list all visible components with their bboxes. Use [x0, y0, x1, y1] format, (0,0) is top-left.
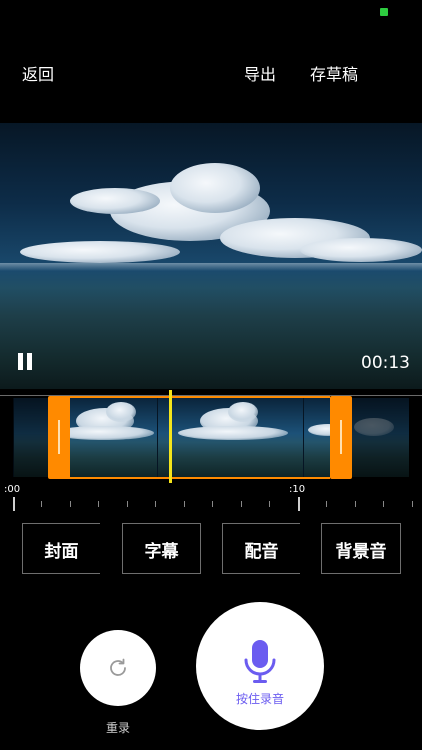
- video-cloud: [170, 163, 260, 213]
- microphone-icon: [244, 640, 276, 683]
- reset-label: 重录: [105, 721, 130, 735]
- status-indicator: [380, 8, 388, 16]
- playback-time: 00:13: [361, 353, 410, 373]
- trim-selection-bottom: [68, 477, 330, 479]
- refresh-icon: [110, 658, 126, 676]
- video-cloud: [20, 241, 180, 263]
- video-cloud: [70, 188, 160, 214]
- video-horizon: [0, 263, 422, 271]
- trim-selection-top: [68, 396, 330, 398]
- cover-label: 封面: [44, 542, 79, 562]
- filmstrip-frame: [157, 398, 304, 477]
- dubbing-label: 配音: [244, 542, 279, 562]
- reset-record-button[interactable]: [80, 630, 156, 706]
- playhead[interactable]: [169, 390, 172, 483]
- dubbing-button[interactable]: 配音: [222, 523, 300, 574]
- export-button[interactable]: 导出: [244, 61, 276, 85]
- subtitle-label: 字幕: [144, 542, 179, 562]
- video-preview[interactable]: [0, 123, 422, 389]
- back-button[interactable]: 返回: [22, 61, 54, 85]
- hold-to-record-label: 按住录音: [235, 692, 284, 706]
- tick-label-ten: :10: [289, 484, 306, 495]
- cover-button[interactable]: 封面: [22, 523, 100, 574]
- background-music-label: 背景音: [335, 542, 387, 562]
- timeline-ruler: [0, 497, 422, 513]
- pause-icon[interactable]: [18, 353, 32, 370]
- trim-dim-right: [352, 398, 409, 477]
- trim-dim-left: [13, 398, 48, 477]
- trim-handle-left[interactable]: [48, 396, 70, 479]
- subtitle-button[interactable]: 字幕: [122, 523, 201, 574]
- tick-label-start: :00: [4, 484, 21, 495]
- video-cloud: [300, 238, 422, 262]
- trim-handle-right[interactable]: [330, 396, 352, 479]
- background-music-button[interactable]: 背景音: [321, 523, 401, 574]
- hold-to-record-button[interactable]: 按住录音: [196, 602, 324, 730]
- save-draft-button[interactable]: 存草稿: [310, 61, 358, 85]
